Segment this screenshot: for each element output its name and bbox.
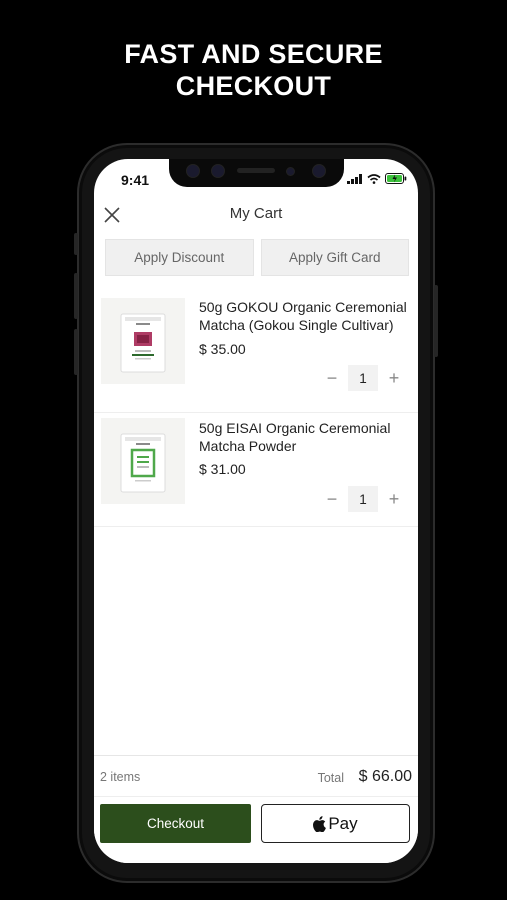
promo-heading: FAST AND SECURE CHECKOUT: [0, 38, 507, 102]
cart-header: My Cart: [94, 199, 418, 233]
page-title: My Cart: [229, 205, 283, 222]
product-image[interactable]: [101, 418, 185, 504]
product-name-line-2: Matcha Powder: [199, 438, 297, 454]
speaker-grille: [237, 168, 275, 173]
product-name[interactable]: 50g EISAI Organic Ceremonial Matcha Powd…: [199, 419, 417, 455]
promo-line-2: CHECKOUT: [175, 71, 332, 101]
total-label: Total: [317, 771, 344, 785]
quantity-value[interactable]: 1: [348, 365, 378, 391]
product-name[interactable]: 50g GOKOU Organic Ceremonial Matcha (Gok…: [199, 298, 417, 334]
cart-item: 50g GOKOU Organic Ceremonial Matcha (Gok…: [94, 295, 418, 415]
footer-divider: [94, 796, 418, 797]
status-icons: [347, 173, 407, 184]
product-image[interactable]: [101, 298, 185, 384]
item-count: 2 items: [100, 770, 141, 784]
quantity-stepper: − 1 +: [320, 486, 406, 512]
notch: [169, 159, 344, 187]
checkout-button[interactable]: Checkout: [100, 804, 251, 843]
product-name-line-1: 50g GOKOU Organic Ceremonial: [199, 299, 407, 315]
volume-up-button: [74, 273, 78, 319]
apply-discount-button[interactable]: Apply Discount: [105, 239, 254, 276]
product-price: $ 35.00: [199, 341, 246, 357]
matcha-pouch-image: [120, 313, 166, 373]
camera-icon: [186, 164, 200, 178]
status-time: 9:41: [121, 172, 150, 188]
product-name-line-1: 50g EISAI Organic Ceremonial: [199, 420, 391, 436]
total-amount: $ 66.00: [358, 768, 412, 785]
item-divider: [94, 412, 418, 413]
phone-screen: 9:41 My Cart Apply Discount Apply Gift C…: [94, 159, 418, 863]
cart-footer: 2 items Total $ 66.00 Checkout Pay: [94, 755, 418, 863]
apply-gift-card-button[interactable]: Apply Gift Card: [260, 239, 409, 276]
cart-item: 50g EISAI Organic Ceremonial Matcha Powd…: [94, 416, 418, 526]
increment-button[interactable]: +: [382, 366, 406, 390]
increment-button[interactable]: +: [382, 487, 406, 511]
item-divider: [94, 526, 418, 527]
volume-down-button: [74, 329, 78, 375]
battery-charging-icon: [385, 173, 407, 184]
quantity-value[interactable]: 1: [348, 486, 378, 512]
wifi-icon: [367, 173, 381, 184]
decrement-button[interactable]: −: [320, 366, 344, 390]
decrement-button[interactable]: −: [320, 487, 344, 511]
product-name-line-2: Matcha (Gokou Single Cultivar): [199, 317, 394, 333]
camera-icon: [211, 164, 225, 178]
apple-pay-label: Pay: [328, 813, 358, 833]
product-price: $ 31.00: [199, 461, 246, 477]
mute-switch: [74, 233, 78, 255]
sensor-icon: [286, 167, 295, 176]
power-button: [434, 285, 438, 357]
cart-actions: Apply Discount Apply Gift Card: [105, 239, 409, 276]
promo-line-1: FAST AND SECURE: [124, 39, 383, 69]
phone-frame: 9:41 My Cart Apply Discount Apply Gift C…: [74, 143, 438, 883]
quantity-stepper: − 1 +: [320, 365, 406, 391]
matcha-pouch-image: [120, 433, 166, 493]
signal-icon: [347, 173, 362, 184]
apple-logo-icon: [313, 815, 327, 832]
apple-pay-button[interactable]: Pay: [261, 804, 410, 843]
camera-icon: [312, 164, 326, 178]
